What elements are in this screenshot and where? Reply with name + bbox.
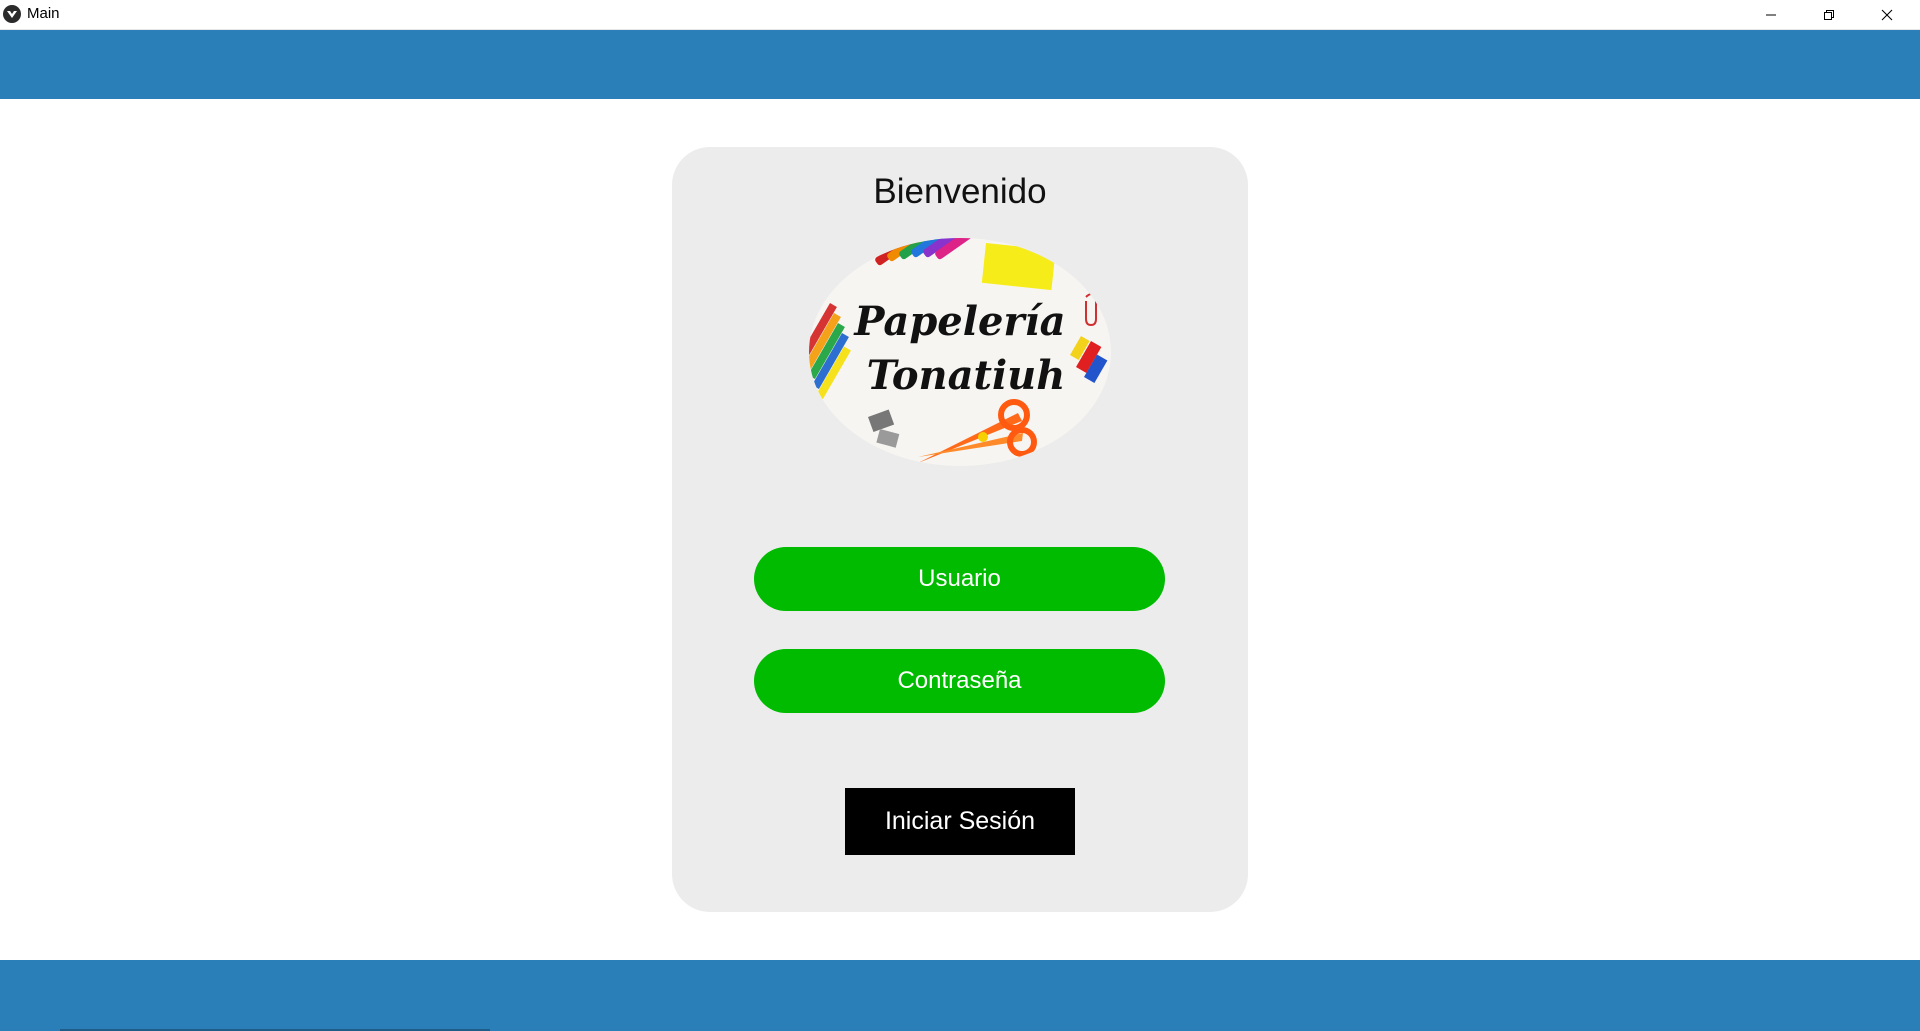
restore-icon bbox=[1824, 9, 1834, 20]
login-card: Bienvenido Papelería Tonatiuh Usuario Co… bbox=[672, 147, 1248, 912]
logo-line-1: Papelería bbox=[853, 298, 1065, 345]
title-bar: Main bbox=[0, 0, 1920, 30]
minimize-button[interactable] bbox=[1742, 0, 1800, 29]
restore-button[interactable] bbox=[1800, 0, 1858, 29]
logo-line-2: Tonatiuh bbox=[867, 352, 1066, 399]
footer-band bbox=[0, 960, 1920, 1031]
sticky-note-icon bbox=[981, 243, 1056, 291]
header-band bbox=[0, 30, 1920, 99]
login-button[interactable]: Iniciar Sesión bbox=[845, 788, 1075, 855]
window-title: Main bbox=[27, 5, 60, 22]
minimize-icon bbox=[1766, 14, 1776, 15]
store-logo: Papelería Tonatiuh bbox=[809, 238, 1111, 466]
password-button[interactable]: Contraseña bbox=[754, 649, 1165, 713]
close-icon bbox=[1881, 9, 1893, 20]
username-button[interactable]: Usuario bbox=[754, 547, 1165, 611]
app-icon bbox=[3, 5, 21, 23]
close-button[interactable] bbox=[1858, 0, 1916, 29]
welcome-heading: Bienvenido bbox=[873, 172, 1047, 211]
